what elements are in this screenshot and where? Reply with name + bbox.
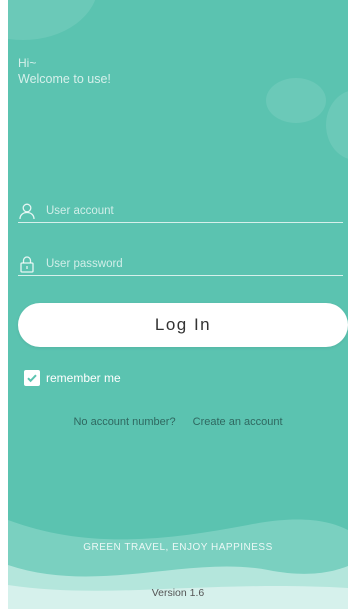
greeting-hi: Hi~ xyxy=(18,56,37,70)
user-icon xyxy=(19,203,35,220)
account-links: No account number? Create an account xyxy=(8,416,348,428)
decor-bubble xyxy=(8,0,98,40)
login-screen: Hi~ Welcome to use! Log In remember me N… xyxy=(8,0,348,609)
create-account-link[interactable]: Create an account xyxy=(193,416,283,428)
password-input[interactable] xyxy=(46,258,326,270)
welcome-text: Welcome to use! xyxy=(18,72,111,86)
slogan: GREEN TRAVEL, ENJOY HAPPINESS xyxy=(83,542,273,553)
remember-checkbox[interactable] xyxy=(24,370,40,386)
password-field[interactable] xyxy=(18,253,343,276)
login-button[interactable]: Log In xyxy=(18,303,348,347)
decor-bubble xyxy=(326,90,348,160)
account-field[interactable] xyxy=(18,200,343,223)
lock-icon xyxy=(20,256,34,273)
account-input[interactable] xyxy=(46,205,326,217)
remember-me[interactable]: remember me xyxy=(24,370,121,386)
remember-label: remember me xyxy=(46,371,121,385)
version-label: Version 1.6 xyxy=(151,587,205,599)
check-icon xyxy=(27,374,37,383)
decor-bubble xyxy=(266,78,326,123)
no-account-text: No account number? xyxy=(73,416,176,428)
